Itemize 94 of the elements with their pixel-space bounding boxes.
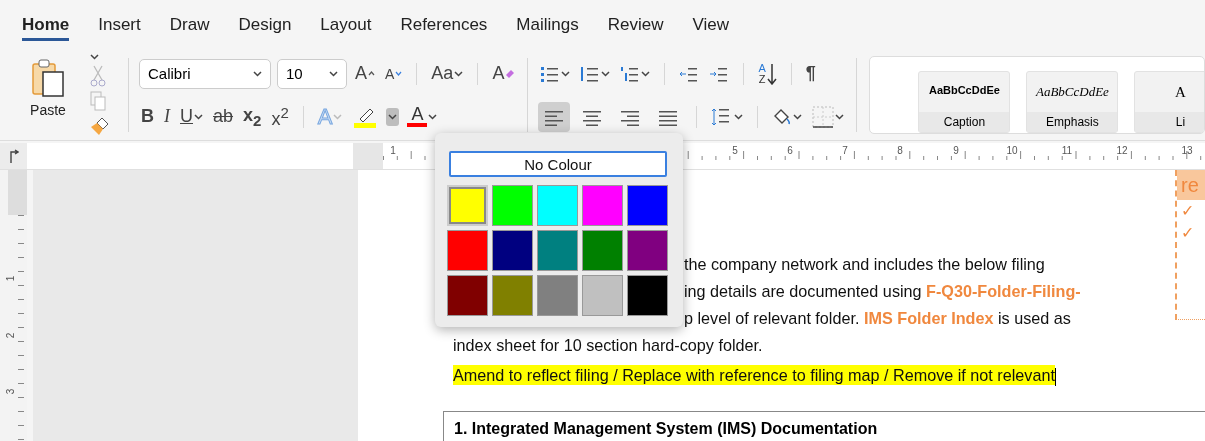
- colour-swatch[interactable]: [582, 275, 623, 316]
- no-colour-button[interactable]: No Colour: [449, 151, 667, 177]
- multilevel-list-icon: [620, 64, 641, 83]
- comment-title: re: [1177, 170, 1205, 200]
- borders-icon: [812, 105, 835, 128]
- ribbon-tab[interactable]: References: [400, 9, 488, 41]
- clipboard-icon: [30, 58, 65, 98]
- caret-icon[interactable]: [793, 113, 803, 120]
- paragraph-text: the company network and includes the below filing: [684, 255, 1045, 273]
- caret-icon[interactable]: [641, 70, 651, 77]
- paragraph-text: ing details are documented using F-Q30-Folder-Filing-: [684, 282, 1081, 300]
- check-mark: ✓: [1180, 223, 1195, 243]
- align-left-button[interactable]: [538, 101, 571, 132]
- ruler-number: 1: [390, 145, 396, 156]
- style-card[interactable]: AaBbCcDdEe Caption: [918, 71, 1011, 133]
- table-heading: 1. Integrated Management System (IMS) Documentation: [443, 411, 1205, 441]
- italic-button[interactable]: I: [162, 104, 172, 129]
- underline-button[interactable]: U: [178, 104, 205, 129]
- colour-swatch[interactable]: [537, 185, 578, 226]
- show-formatting-button[interactable]: ¶: [803, 61, 818, 86]
- bold-button[interactable]: B: [139, 104, 156, 129]
- colour-swatch[interactable]: [492, 230, 533, 271]
- ruler-number: 5: [732, 145, 738, 156]
- ruler-number: 11: [1061, 145, 1073, 156]
- ribbon-tab[interactable]: Home: [22, 9, 70, 41]
- style-card[interactable]: A Li: [1134, 71, 1204, 133]
- caret-icon[interactable]: [601, 70, 611, 77]
- ribbon-tab[interactable]: Review: [607, 9, 664, 41]
- shrink-font-button[interactable]: A: [383, 63, 405, 84]
- colour-swatch[interactable]: [582, 230, 623, 271]
- colour-swatch[interactable]: [582, 185, 623, 226]
- ribbon-tab[interactable]: View: [692, 9, 729, 41]
- colour-swatch[interactable]: [537, 230, 578, 271]
- eraser-icon: [505, 68, 516, 79]
- colour-swatch[interactable]: [447, 230, 488, 271]
- paragraph-text: p level of relevant folder. IMS Folder Index is used as: [684, 309, 1071, 327]
- strikethrough-button[interactable]: ab: [211, 104, 236, 129]
- grow-font-button[interactable]: A: [353, 61, 377, 86]
- caret-icon[interactable]: [329, 70, 338, 77]
- down-caret-icon: [395, 71, 403, 76]
- colour-swatch[interactable]: [492, 275, 533, 316]
- font-color-button[interactable]: A: [405, 104, 440, 129]
- sort-button[interactable]: A Z: [756, 60, 779, 87]
- check-mark: ✓: [1180, 201, 1195, 221]
- colour-swatch[interactable]: [537, 275, 578, 316]
- ruler-number: 10: [1006, 145, 1018, 156]
- ruler-number: 1: [5, 275, 17, 282]
- highlight-menu-button[interactable]: [386, 107, 400, 126]
- ruler-number: 12: [1116, 145, 1128, 156]
- paragraph-text: Amend to reflect filing / Replace with reference to filing map / Remove if not relevant: [453, 365, 1055, 385]
- ruler-number: 3: [5, 388, 17, 395]
- caret-icon[interactable]: [89, 54, 99, 61]
- ribbon-tab[interactable]: Insert: [98, 9, 141, 41]
- paste-button[interactable]: Paste: [30, 52, 66, 138]
- brush-icon[interactable]: [89, 115, 110, 136]
- caret-icon[interactable]: [428, 113, 438, 120]
- change-case-button[interactable]: Aa: [429, 61, 466, 86]
- clear-formatting-button[interactable]: A: [490, 61, 518, 86]
- colour-swatch[interactable]: [447, 275, 488, 316]
- down-arrow-icon: [766, 62, 777, 85]
- ruler-number: 9: [953, 145, 959, 156]
- colour-swatch[interactable]: [627, 185, 668, 226]
- tab-stop-icon[interactable]: [8, 149, 19, 163]
- caret-icon[interactable]: [561, 70, 571, 77]
- caret-icon[interactable]: [835, 113, 845, 120]
- ruler-number: 6: [787, 145, 793, 156]
- colour-swatch[interactable]: [627, 275, 668, 316]
- font-name-field[interactable]: Calibri: [139, 58, 271, 89]
- ribbon-tab[interactable]: Layout: [320, 9, 372, 41]
- caret-icon[interactable]: [194, 113, 203, 120]
- numbered-list-icon: [580, 64, 601, 83]
- colour-swatch[interactable]: [627, 230, 668, 271]
- superscript-button[interactable]: x$^{2}$: [269, 101, 291, 132]
- paragraph-text: index sheet for 10 section hard-copy folder.: [453, 336, 763, 354]
- caret-icon[interactable]: [734, 113, 744, 120]
- ribbon-tab[interactable]: Mailings: [516, 9, 579, 41]
- ruler-number: 7: [842, 145, 848, 156]
- font-size-field[interactable]: 10: [277, 58, 347, 89]
- ruler-number: 8: [897, 145, 903, 156]
- colour-swatch[interactable]: [492, 185, 533, 226]
- caret-icon[interactable]: [454, 70, 464, 77]
- caret-icon[interactable]: [253, 70, 262, 77]
- borders-button[interactable]: [810, 103, 847, 130]
- text-cursor: [1054, 367, 1056, 386]
- style-card[interactable]: AaBbCcDdEe Emphasis: [1026, 71, 1119, 133]
- ribbon-tab[interactable]: Design: [238, 9, 292, 41]
- ribbon-tab[interactable]: Draw: [169, 9, 210, 41]
- caret-icon: [388, 113, 398, 120]
- up-caret-icon: [368, 71, 375, 76]
- ruler-number: 13: [1181, 145, 1193, 156]
- bullet-list-icon: [540, 64, 561, 83]
- ruler-number: 2: [5, 332, 17, 339]
- colour-swatch[interactable]: [447, 185, 488, 226]
- subscript-button[interactable]: x$_{2}$: [241, 102, 264, 131]
